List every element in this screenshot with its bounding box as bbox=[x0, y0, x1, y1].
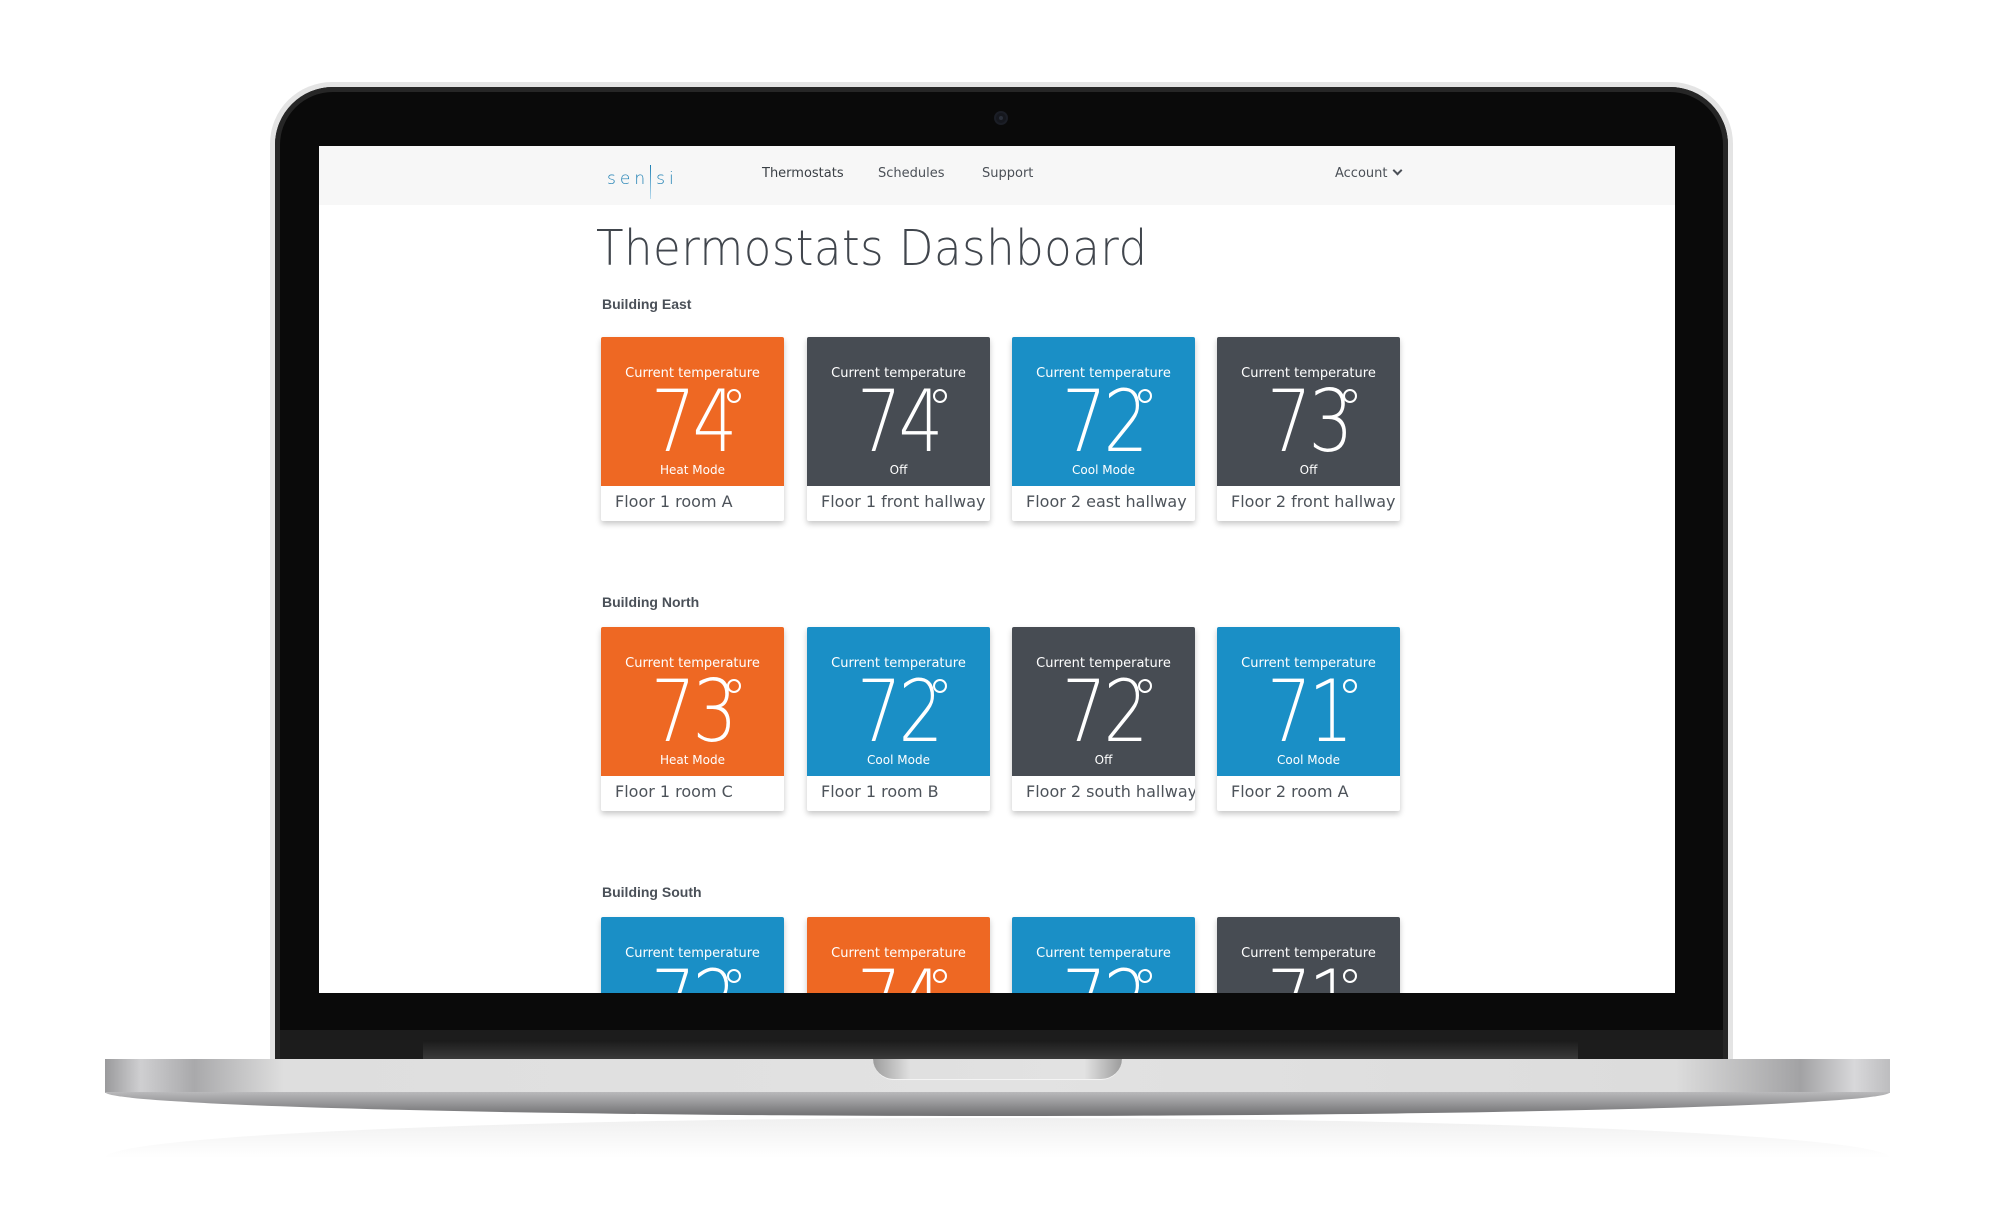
degree-icon bbox=[1343, 679, 1357, 693]
thermostat-name: Floor 1 room B bbox=[821, 782, 939, 801]
logo-text-left: sen bbox=[607, 169, 650, 189]
degree-icon bbox=[1138, 679, 1152, 693]
nav-support[interactable]: Support bbox=[982, 166, 1033, 181]
thermostat-status-panel: Current temperature 74 Heat Mode bbox=[601, 337, 784, 486]
laptop-notch bbox=[873, 1059, 1122, 1080]
thermostat-status-panel: Current temperature 73 Off bbox=[1217, 337, 1400, 486]
thermostat-status-panel: Current temperature 72 Off bbox=[1012, 627, 1195, 776]
mode-label: Off bbox=[1094, 753, 1113, 767]
account-menu[interactable]: Account bbox=[1335, 165, 1402, 181]
mode-label: Cool Mode bbox=[1277, 753, 1340, 767]
mode-label: Cool Mode bbox=[867, 753, 930, 767]
thermostat-card[interactable]: Current temperature 74 Off Floor 1 front ha… bbox=[807, 337, 990, 521]
mode-label: Off bbox=[1299, 463, 1318, 477]
temperature-value: 71 bbox=[1233, 959, 1383, 993]
thermostat-status-panel: Current temperature72 bbox=[1012, 917, 1195, 993]
degree-icon bbox=[727, 389, 741, 403]
thermostat-status-panel: Current temperature 73 Heat Mode bbox=[601, 627, 784, 776]
mode-label: Heat Mode bbox=[660, 753, 725, 767]
thermostat-card[interactable]: Current temperature 72 Off Floor 2 south ha… bbox=[1012, 627, 1195, 811]
temperature-value: 73 bbox=[650, 662, 737, 762]
degree-icon bbox=[727, 969, 741, 983]
thermostat-name: Floor 2 east hallway bbox=[1026, 492, 1187, 511]
thermostat-name: Floor 2 front hallway bbox=[1231, 492, 1396, 511]
thermostat-card[interactable]: Current temperature 72 Cool Mode Floor 1 ro… bbox=[807, 627, 990, 811]
degree-icon bbox=[727, 679, 741, 693]
temperature-value: 74 bbox=[823, 959, 973, 993]
thermostat-card[interactable]: Current temperature 73 Off Floor 2 front ha… bbox=[1217, 337, 1400, 521]
laptop-base-edge bbox=[105, 1092, 1890, 1116]
sensi-logo[interactable]: sen si bbox=[607, 163, 678, 199]
thermostat-status-panel: Current temperature 71 Cool Mode bbox=[1217, 627, 1400, 776]
thermostat-status-panel: Current temperature74 bbox=[807, 917, 990, 993]
thermostat-card[interactable]: Current temperature72 bbox=[1012, 917, 1195, 993]
laptop-reflection bbox=[105, 1118, 1890, 1158]
degree-icon bbox=[1343, 969, 1357, 983]
thermostat-card[interactable]: Current temperature 72 Cool Mode Floor 2 ea… bbox=[1012, 337, 1195, 521]
page-title: Thermostats Dashboard bbox=[596, 220, 1148, 277]
temperature-value: 72 bbox=[1061, 372, 1148, 472]
mode-label: Off bbox=[889, 463, 908, 477]
degree-icon bbox=[1138, 389, 1152, 403]
mode-label: Heat Mode bbox=[660, 463, 725, 477]
thermostat-card[interactable]: Current temperature74 bbox=[807, 917, 990, 993]
degree-icon bbox=[933, 679, 947, 693]
temperature-value: 71 bbox=[1266, 662, 1353, 762]
logo-text-right: si bbox=[656, 169, 678, 189]
app-screen: sen si Thermostats Schedules Support Acc… bbox=[319, 146, 1675, 993]
nav-thermostats[interactable]: Thermostats bbox=[762, 166, 844, 181]
thermostat-card[interactable]: Current temperature 74 Heat Mode Floor 1 ro… bbox=[601, 337, 784, 521]
chevron-down-icon bbox=[1392, 165, 1402, 176]
degree-icon bbox=[933, 389, 947, 403]
building-label: Building East bbox=[602, 296, 692, 312]
thermostat-name: Floor 1 front hallway bbox=[821, 492, 986, 511]
thermostat-status-panel: Current temperature71 bbox=[1217, 917, 1400, 993]
laptop-hinge bbox=[423, 1040, 1578, 1059]
temperature-value: 74 bbox=[856, 372, 943, 472]
degree-icon bbox=[933, 969, 947, 983]
temperature-value: 74 bbox=[650, 372, 737, 472]
thermostat-status-panel: Current temperature72 bbox=[601, 917, 784, 993]
logo-divider bbox=[650, 165, 652, 199]
thermostat-name: Floor 2 room A bbox=[1231, 782, 1349, 801]
temperature-value: 72 bbox=[617, 959, 767, 993]
thermostat-status-panel: Current temperature 74 Off bbox=[807, 337, 990, 486]
thermostat-card[interactable]: Current temperature72 bbox=[601, 917, 784, 993]
temperature-value: 72 bbox=[856, 662, 943, 762]
thermostat-card[interactable]: Current temperature71 bbox=[1217, 917, 1400, 993]
thermostat-status-panel: Current temperature 72 Cool Mode bbox=[807, 627, 990, 776]
temperature-value: 72 bbox=[1028, 959, 1178, 993]
top-navbar: sen si Thermostats Schedules Support Acc… bbox=[319, 146, 1675, 205]
mode-label: Cool Mode bbox=[1072, 463, 1135, 477]
thermostat-name: Floor 1 room C bbox=[615, 782, 733, 801]
thermostat-name: Floor 2 south hallway bbox=[1026, 782, 1195, 801]
account-label: Account bbox=[1335, 166, 1388, 181]
thermostat-status-panel: Current temperature 72 Cool Mode bbox=[1012, 337, 1195, 486]
temperature-value: 72 bbox=[1061, 662, 1148, 762]
thermostat-name: Floor 1 room A bbox=[615, 492, 733, 511]
webcam-icon bbox=[996, 113, 1006, 123]
thermostat-card[interactable]: Current temperature 73 Heat Mode Floor 1 ro… bbox=[601, 627, 784, 811]
building-label: Building North bbox=[602, 594, 700, 610]
thermostat-card[interactable]: Current temperature 71 Cool Mode Floor 2 ro… bbox=[1217, 627, 1400, 811]
nav-schedules[interactable]: Schedules bbox=[878, 166, 945, 181]
building-label: Building South bbox=[602, 884, 702, 900]
degree-icon bbox=[1138, 969, 1152, 983]
degree-icon bbox=[1343, 389, 1357, 403]
temperature-value: 73 bbox=[1266, 372, 1353, 472]
